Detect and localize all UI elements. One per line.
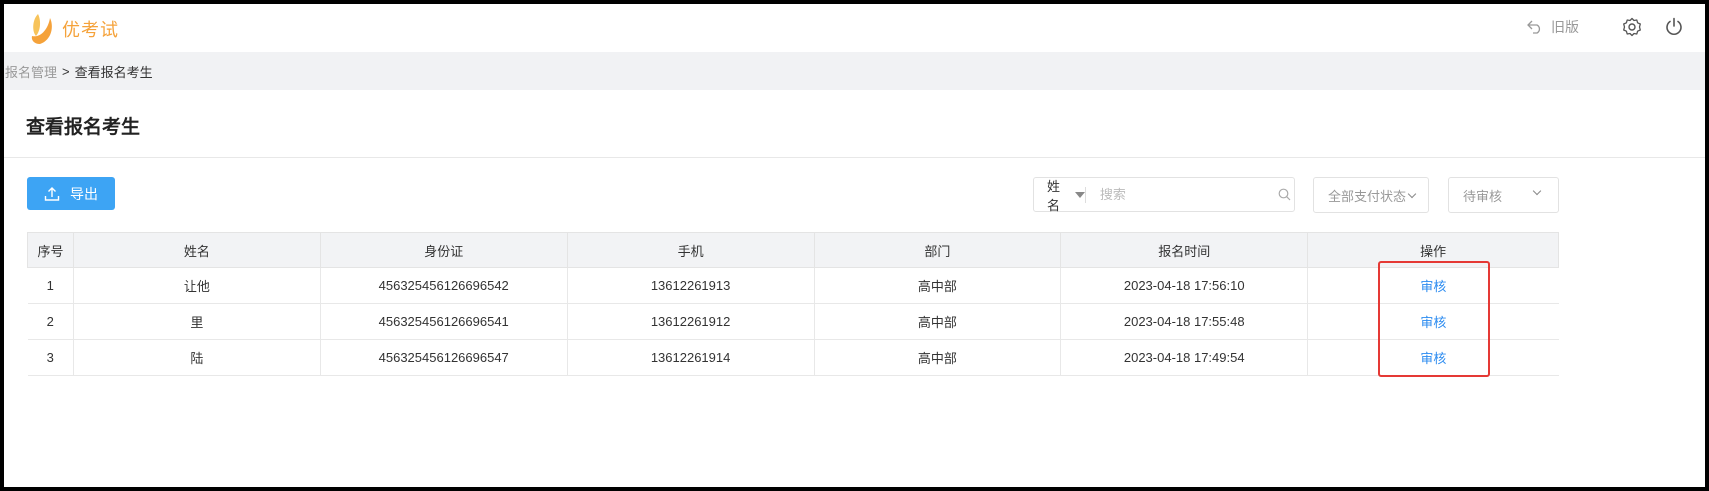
col-header-phone: 手机 xyxy=(566,232,815,268)
cell-signup-time: 2023-04-18 17:56:10 xyxy=(1060,267,1309,304)
caret-down-icon xyxy=(1075,191,1086,198)
col-header-index: 序号 xyxy=(27,232,74,268)
cell-signup-time: 2023-04-18 17:49:54 xyxy=(1060,339,1309,376)
chevron-down-icon xyxy=(1532,186,1542,196)
review-link[interactable]: 审核 xyxy=(1420,279,1446,294)
cell-name: 让他 xyxy=(73,267,321,304)
cell-index: 1 xyxy=(27,267,74,304)
cell-department: 高中部 xyxy=(814,267,1062,304)
col-header-action: 操作 xyxy=(1307,232,1559,268)
col-header-name: 姓名 xyxy=(72,232,321,268)
gear-icon[interactable] xyxy=(1621,16,1643,38)
breadcrumb-current: 查看报名考生 xyxy=(74,64,153,80)
cell-phone: 13612261912 xyxy=(567,303,815,340)
page-title: 查看报名考生 xyxy=(26,117,141,138)
undo-icon xyxy=(1527,20,1541,34)
search-input[interactable] xyxy=(1085,179,1276,210)
review-link[interactable]: 审核 xyxy=(1420,315,1446,330)
cell-id-card: 456325456126696542 xyxy=(320,267,568,304)
review-status-select[interactable]: 待审核 xyxy=(1448,177,1559,213)
breadcrumb: 报名管理 > 查看报名考生 xyxy=(4,52,1705,90)
upload-icon xyxy=(44,186,60,201)
cell-index: 3 xyxy=(27,339,74,376)
export-label: 导出 xyxy=(70,185,98,202)
cell-phone: 13612261914 xyxy=(567,339,815,376)
cell-index: 2 xyxy=(27,303,74,340)
col-header-signup-time: 报名时间 xyxy=(1060,232,1309,268)
search-icon[interactable] xyxy=(1276,188,1294,201)
cell-action: 审核 xyxy=(1307,267,1559,304)
search-type-select[interactable]: 姓名 xyxy=(1034,176,1086,214)
table-row: 3 陆 456325456126696547 13612261914 高中部 2… xyxy=(27,339,1559,376)
cell-name: 陆 xyxy=(73,339,321,376)
review-link[interactable]: 审核 xyxy=(1420,351,1446,366)
chevron-down-icon xyxy=(1407,189,1417,198)
power-icon[interactable] xyxy=(1663,16,1685,38)
top-header: 优考试 旧版 xyxy=(4,4,1705,52)
title-divider xyxy=(4,157,1705,158)
payment-status-label: 全部支付状态 xyxy=(1328,188,1407,204)
cell-signup-time: 2023-04-18 17:55:48 xyxy=(1060,303,1309,340)
app-window: 优考试 旧版 报名管理 > 查看报名考生 查看报名考生 导出 姓名 搜索 全部支… xyxy=(4,4,1705,487)
cell-department: 高中部 xyxy=(814,339,1062,376)
search-type-label: 姓名 xyxy=(1047,178,1061,213)
cell-name: 里 xyxy=(73,303,321,340)
cell-action: 审核 xyxy=(1307,339,1559,376)
breadcrumb-separator: > xyxy=(62,63,70,79)
cell-action: 审核 xyxy=(1307,303,1559,340)
cell-id-card: 456325456126696541 xyxy=(320,303,568,340)
old-version-label: 旧版 xyxy=(1551,19,1579,35)
col-header-department: 部门 xyxy=(813,232,1062,268)
review-status-label: 待审核 xyxy=(1463,188,1503,204)
cell-id-card: 456325456126696547 xyxy=(320,339,568,376)
search-box: 姓名 xyxy=(1033,176,1295,214)
leaf-logo-icon xyxy=(28,12,56,46)
col-header-id-card: 身份证 xyxy=(319,232,568,268)
old-version-button[interactable]: 旧版 xyxy=(1527,17,1579,37)
table-row: 1 让他 456325456126696542 13612261913 高中部 … xyxy=(27,267,1559,304)
cell-phone: 13612261913 xyxy=(567,267,815,304)
table-row: 2 里 456325456126696541 13612261912 高中部 2… xyxy=(27,303,1559,340)
table-header-row: 序号 姓名 身份证 手机 部门 报名时间 操作 xyxy=(27,232,1559,268)
payment-status-select[interactable]: 全部支付状态 xyxy=(1313,177,1429,213)
cell-department: 高中部 xyxy=(814,303,1062,340)
applicants-table: 序号 姓名 身份证 手机 部门 报名时间 操作 1 让他 45632545612… xyxy=(27,232,1559,376)
logo-text: 优考试 xyxy=(62,20,119,40)
export-button[interactable]: 导出 xyxy=(27,177,115,210)
logo[interactable]: 优考试 xyxy=(28,12,119,46)
breadcrumb-parent[interactable]: 报名管理 xyxy=(5,62,57,81)
header-actions: 旧版 xyxy=(1527,16,1685,38)
